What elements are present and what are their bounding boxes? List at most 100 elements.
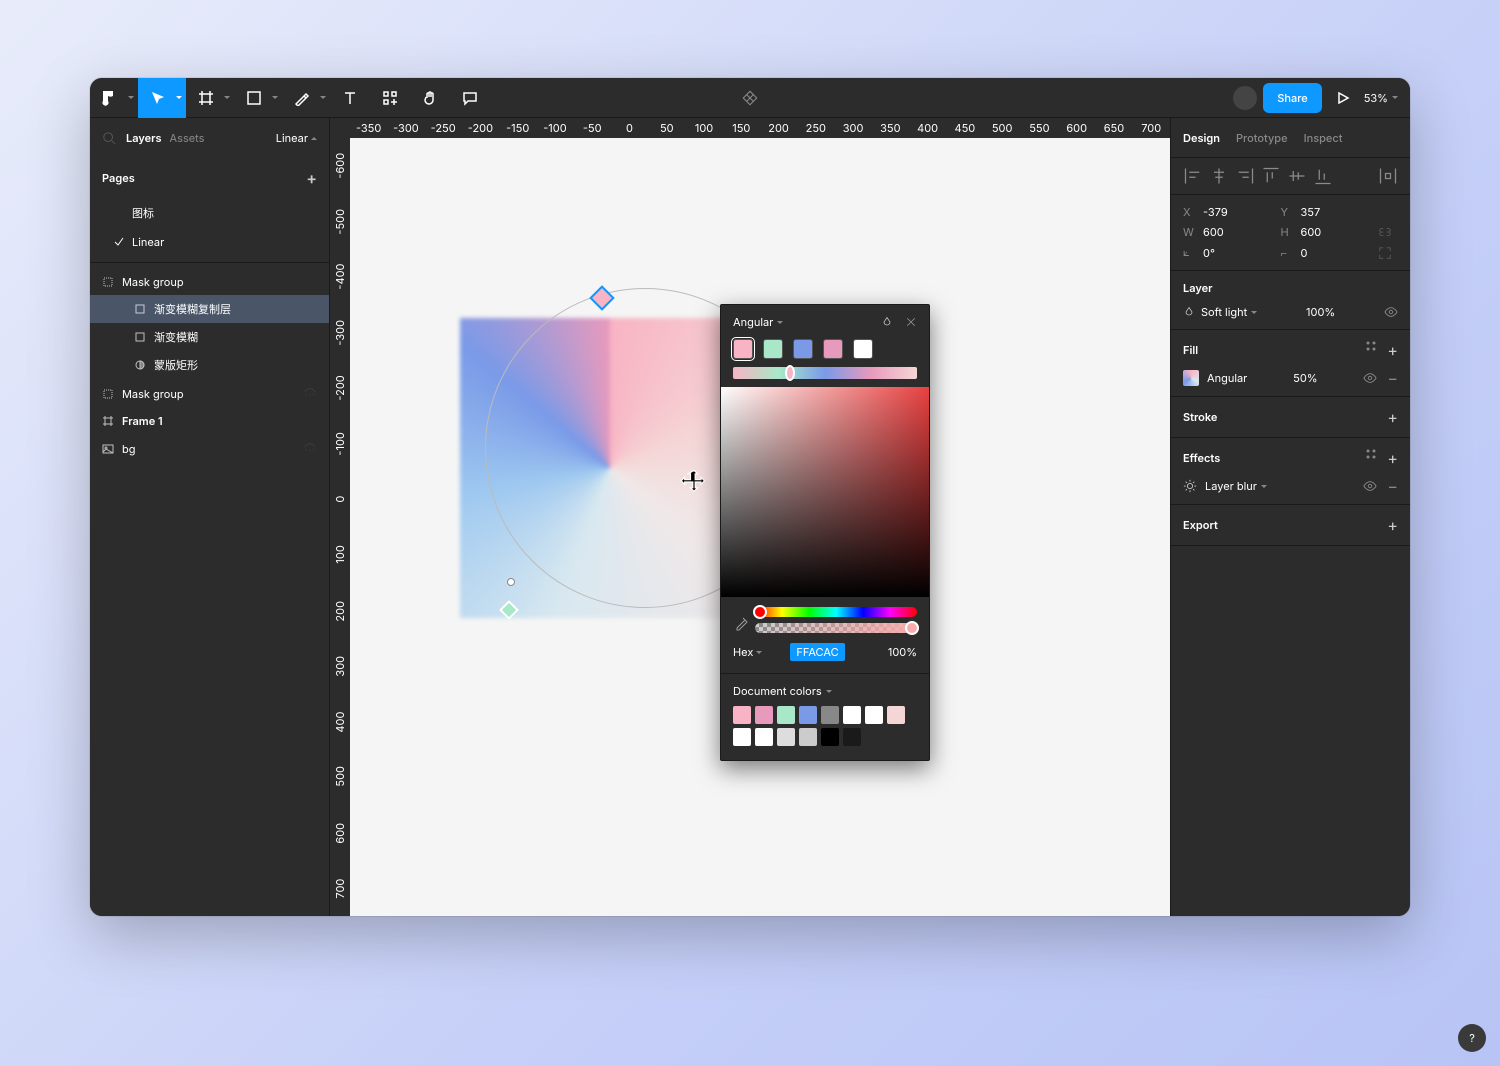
- hue-slider[interactable]: [755, 607, 917, 617]
- gradient-stop-swatch[interactable]: [793, 339, 813, 359]
- align-top-icon[interactable]: [1261, 166, 1281, 186]
- alpha-thumb[interactable]: [905, 621, 919, 635]
- gradient-preview-bar[interactable]: [733, 367, 917, 379]
- user-avatar[interactable]: [1233, 86, 1257, 110]
- layer-item[interactable]: Frame 1: [90, 408, 329, 434]
- add-page-button[interactable]: +: [306, 168, 317, 188]
- close-icon[interactable]: [905, 316, 917, 328]
- distribute-icon[interactable]: [1378, 166, 1398, 186]
- layer-item[interactable]: bg: [90, 434, 329, 463]
- doc-color-swatch[interactable]: [777, 728, 795, 746]
- prototype-tab[interactable]: Prototype: [1236, 131, 1288, 145]
- hidden-icon[interactable]: [303, 440, 317, 454]
- layer-item[interactable]: Mask group: [90, 379, 329, 408]
- shape-tool-chevron-icon[interactable]: [268, 78, 282, 118]
- fill-opacity-input[interactable]: 50%: [1293, 371, 1317, 385]
- layer-item[interactable]: 蒙版矩形: [90, 351, 329, 379]
- hex-opacity-input[interactable]: 100%: [888, 645, 917, 659]
- visibility-icon[interactable]: [1384, 305, 1398, 319]
- remove-effect-button[interactable]: −: [1387, 478, 1398, 494]
- constrain-proportions-icon[interactable]: [1378, 225, 1392, 239]
- h-input[interactable]: 600: [1301, 225, 1322, 239]
- document-colors-select[interactable]: Document colors: [733, 684, 917, 698]
- blend-mode-icon[interactable]: [881, 316, 893, 328]
- main-menu-chevron-icon[interactable]: [124, 78, 138, 118]
- page-item[interactable]: Linear: [90, 228, 329, 256]
- design-tab[interactable]: Design: [1183, 131, 1220, 145]
- gradient-stop-handle[interactable]: [589, 285, 614, 310]
- gradient-stop-swatch[interactable]: [823, 339, 843, 359]
- picker-type-select[interactable]: Angular: [733, 315, 783, 329]
- add-effect-button[interactable]: +: [1387, 448, 1398, 468]
- saturation-value-area[interactable]: [721, 387, 929, 597]
- effect-settings-icon[interactable]: [1183, 479, 1197, 493]
- layers-tab[interactable]: Layers: [124, 127, 164, 149]
- doc-color-swatch[interactable]: [843, 706, 861, 724]
- add-export-button[interactable]: +: [1387, 515, 1398, 535]
- remove-fill-button[interactable]: −: [1387, 370, 1398, 386]
- doc-color-swatch[interactable]: [777, 706, 795, 724]
- eyedropper-icon[interactable]: [733, 616, 749, 632]
- corner-radius-input[interactable]: 0: [1301, 246, 1308, 260]
- zoom-select[interactable]: 53%: [1364, 91, 1398, 105]
- gradient-stop-swatch[interactable]: [763, 339, 783, 359]
- doc-color-swatch[interactable]: [887, 706, 905, 724]
- add-fill-button[interactable]: +: [1387, 340, 1398, 360]
- fill-type-label[interactable]: Angular: [1207, 371, 1247, 385]
- pen-tool-chevron-icon[interactable]: [316, 78, 330, 118]
- doc-color-swatch[interactable]: [733, 706, 751, 724]
- doc-color-swatch[interactable]: [755, 728, 773, 746]
- layer-item[interactable]: 渐变模糊: [90, 323, 329, 351]
- w-input[interactable]: 600: [1203, 225, 1224, 239]
- add-stroke-button[interactable]: +: [1387, 407, 1398, 427]
- move-tool-chevron-icon[interactable]: [172, 78, 186, 118]
- align-right-icon[interactable]: [1235, 166, 1255, 186]
- gradient-center-handle[interactable]: [507, 578, 515, 586]
- page-item[interactable]: 图标: [90, 198, 329, 228]
- align-hcenter-icon[interactable]: [1209, 166, 1229, 186]
- share-button[interactable]: Share: [1263, 83, 1321, 113]
- rotation-input[interactable]: 0°: [1203, 246, 1215, 260]
- hidden-icon[interactable]: [303, 385, 317, 399]
- file-name-area[interactable]: [741, 89, 759, 107]
- text-tool-button[interactable]: [330, 78, 370, 118]
- y-input[interactable]: 357: [1301, 205, 1321, 219]
- search-icon[interactable]: [102, 131, 116, 145]
- doc-color-swatch[interactable]: [843, 728, 861, 746]
- doc-color-swatch[interactable]: [821, 728, 839, 746]
- fill-swatch[interactable]: [1183, 370, 1199, 386]
- align-bottom-icon[interactable]: [1313, 166, 1333, 186]
- doc-color-swatch[interactable]: [755, 706, 773, 724]
- style-icon[interactable]: [1365, 340, 1377, 352]
- visibility-icon[interactable]: [1363, 479, 1377, 493]
- gradient-artboard[interactable]: [460, 318, 760, 618]
- layer-item[interactable]: 渐变模糊复制层: [90, 295, 329, 323]
- doc-color-swatch[interactable]: [799, 728, 817, 746]
- frame-tool-chevron-icon[interactable]: [220, 78, 234, 118]
- style-icon[interactable]: [1365, 448, 1377, 460]
- doc-color-swatch[interactable]: [799, 706, 817, 724]
- inspect-tab[interactable]: Inspect: [1304, 131, 1343, 145]
- alpha-slider[interactable]: [755, 623, 917, 633]
- individual-corners-icon[interactable]: [1378, 246, 1392, 260]
- doc-color-swatch[interactable]: [733, 728, 751, 746]
- present-button[interactable]: [1328, 78, 1358, 118]
- assets-tab[interactable]: Assets: [168, 127, 207, 149]
- layer-opacity-input[interactable]: 100%: [1306, 305, 1335, 319]
- blend-mode-select[interactable]: Soft light: [1201, 305, 1257, 319]
- hex-input[interactable]: FFACAC: [790, 643, 844, 661]
- gradient-stop-swatch[interactable]: [853, 339, 873, 359]
- doc-color-swatch[interactable]: [821, 706, 839, 724]
- x-input[interactable]: -379: [1203, 205, 1228, 219]
- resources-button[interactable]: [370, 78, 410, 118]
- hand-tool-button[interactable]: [410, 78, 450, 118]
- gradient-bar-thumb[interactable]: [785, 365, 795, 381]
- align-left-icon[interactable]: [1183, 166, 1203, 186]
- visibility-icon[interactable]: [1363, 371, 1377, 385]
- layer-item[interactable]: Mask group: [90, 269, 329, 295]
- page-select[interactable]: Linear: [276, 131, 317, 145]
- effect-type-select[interactable]: Layer blur: [1205, 479, 1267, 493]
- gradient-stop-swatch[interactable]: [733, 339, 753, 359]
- doc-color-swatch[interactable]: [865, 706, 883, 724]
- hue-thumb[interactable]: [753, 605, 767, 619]
